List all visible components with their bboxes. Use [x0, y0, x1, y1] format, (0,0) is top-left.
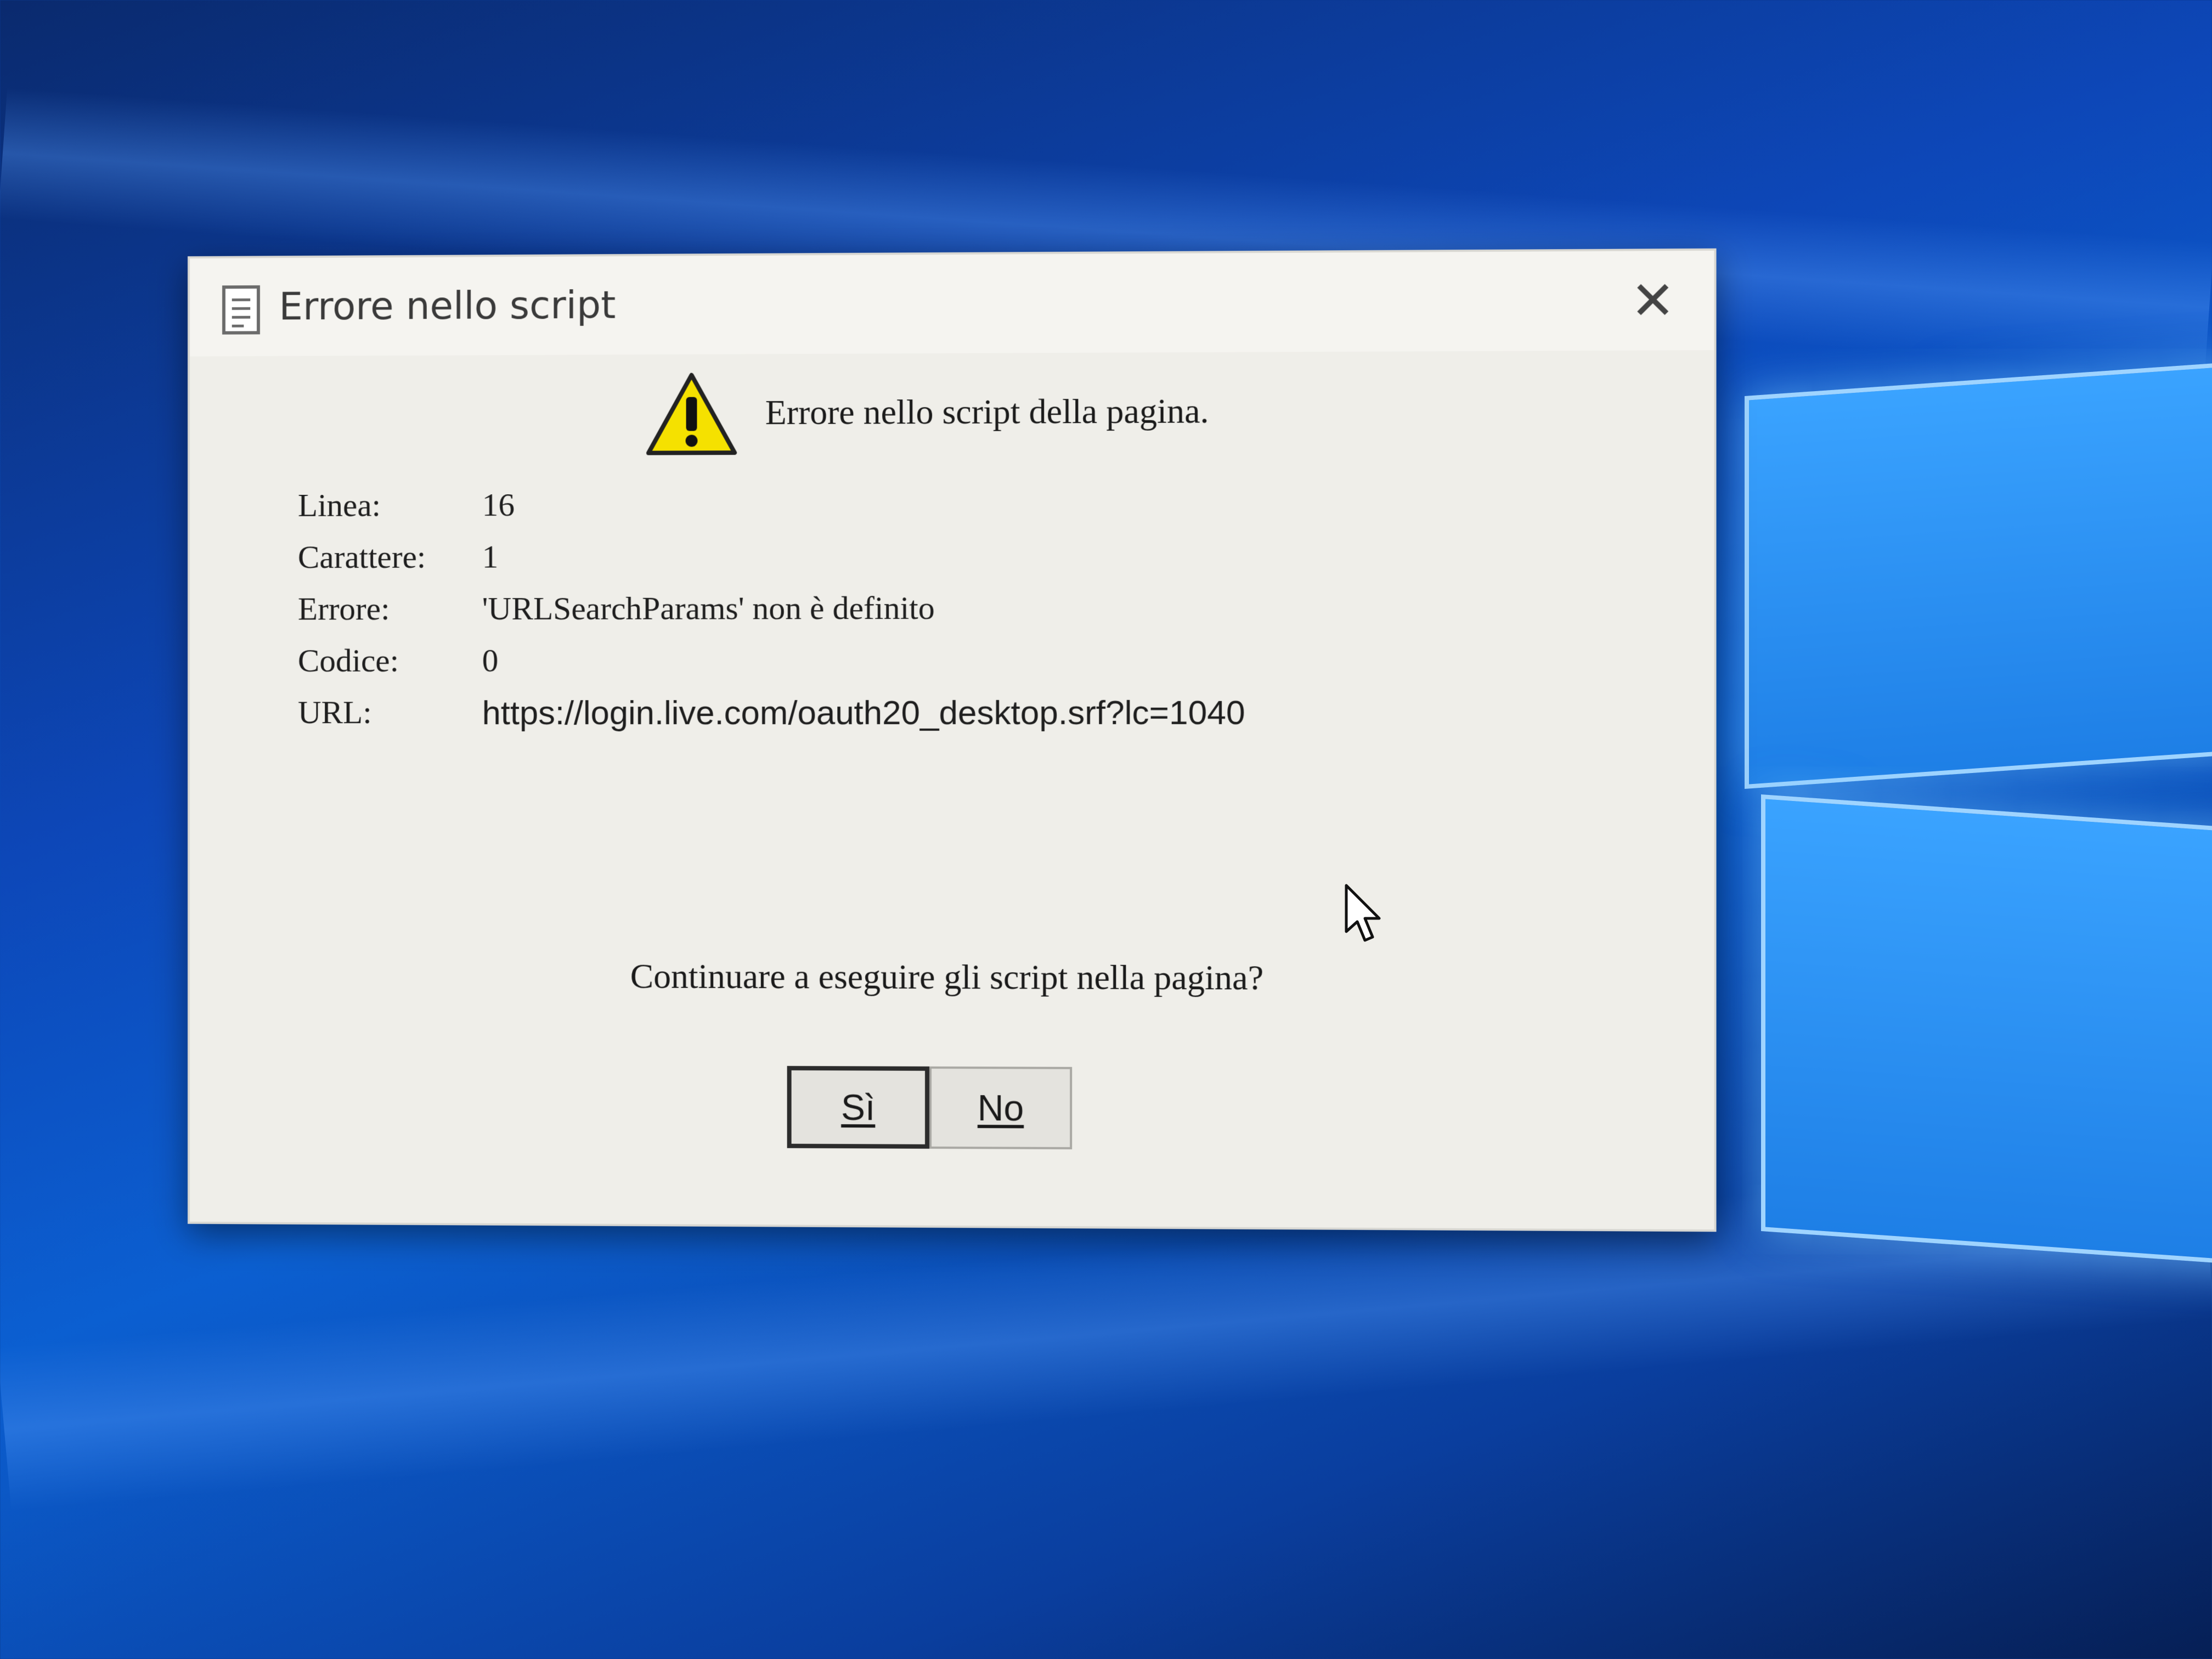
warning-icon [645, 370, 738, 458]
document-icon [222, 285, 260, 335]
close-button[interactable]: ✕ [1625, 269, 1680, 331]
detail-label: Carattere: [297, 539, 426, 575]
detail-value-url: https://login.live.com/oauth20_desktop.s… [482, 693, 1245, 732]
mouse-cursor-icon [1345, 884, 1381, 942]
detail-value: 1 [482, 538, 499, 575]
windows-logo-pane-top [1745, 360, 2212, 789]
no-button[interactable]: No [929, 1066, 1073, 1149]
dialog-title: Errore nello script [279, 282, 616, 329]
detail-value: 0 [482, 642, 499, 679]
dialog-buttons: Sì No [787, 1065, 1073, 1149]
script-error-dialog: Errore nello script ✕ Errore nello scrip… [188, 248, 1717, 1232]
windows-logo-pane-bottom [1761, 794, 2212, 1267]
detail-value: 16 [482, 487, 515, 523]
continue-question: Continuare a eseguire gli script nella p… [630, 956, 1264, 997]
close-icon: ✕ [1630, 269, 1675, 332]
yes-button[interactable]: Sì [787, 1065, 930, 1149]
detail-label: Linea: [297, 487, 381, 523]
detail-label: Codice: [297, 642, 399, 679]
error-header-message: Errore nello script della pagina. [765, 391, 1209, 432]
dialog-titlebar[interactable]: Errore nello script ✕ [189, 250, 1714, 357]
detail-label: Errore: [297, 590, 390, 627]
detail-value: 'URLSearchParams' non è definito [482, 590, 935, 627]
detail-label: URL: [297, 694, 372, 731]
